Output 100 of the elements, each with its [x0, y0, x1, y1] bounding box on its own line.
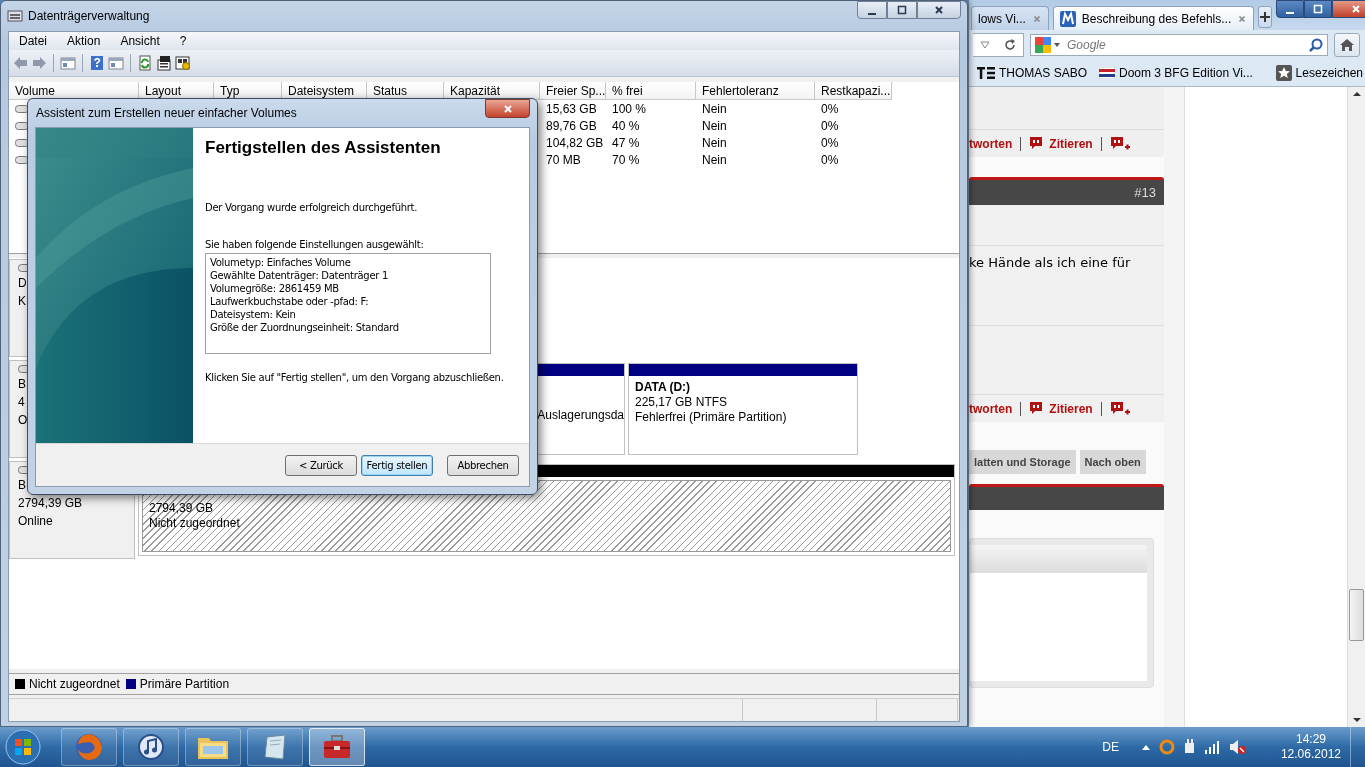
close-button[interactable]: [485, 99, 530, 118]
reply-link[interactable]: tworten: [969, 401, 1013, 416]
quote-link[interactable]: Zitieren: [1049, 401, 1093, 416]
disk-label: 2794,39 GB: [18, 496, 84, 510]
globe-icon: [74, 732, 104, 762]
post-number[interactable]: #13: [1134, 185, 1156, 200]
dialog-title: Assistent zum Erstellen neuer einfacher Volumes: [35, 106, 297, 120]
refresh-icon[interactable]: [137, 55, 153, 71]
signal-icon[interactable]: [1204, 740, 1221, 754]
close-icon: [933, 4, 945, 16]
table-cell-text: 70 MB: [545, 151, 582, 168]
menu-item[interactable]: Datei: [9, 34, 57, 48]
reply-link[interactable]: tworten: [969, 136, 1013, 151]
settings-label: Sie haben folgende Einstellungen ausgewählt:: [205, 239, 425, 250]
ring-icon[interactable]: [1158, 739, 1175, 755]
dialog-button[interactable]: Abbrechen: [447, 454, 519, 476]
scrollbar[interactable]: [1347, 87, 1365, 727]
language-indicator[interactable]: DE: [1102, 740, 1119, 754]
column-header[interactable]: Volume: [9, 82, 139, 100]
windows-logo-icon: [5, 729, 41, 765]
dialog-button[interactable]: < Zurück: [285, 454, 357, 476]
properties-icon[interactable]: [156, 55, 172, 71]
taskbar-button[interactable]: [123, 728, 179, 766]
table-cell-text: 47 %: [611, 134, 641, 151]
window-title: Datenträgerverwaltung: [28, 9, 150, 23]
table-cell-text: 100 %: [611, 100, 648, 117]
column-header[interactable]: Restkapazi...: [815, 82, 892, 100]
column-header[interactable]: Kapazität: [444, 82, 540, 100]
maximize-button[interactable]: [887, 1, 917, 19]
taskbar-button[interactable]: [309, 728, 365, 766]
column-header[interactable]: % frei: [606, 82, 696, 100]
pane-icon[interactable]: [108, 55, 124, 71]
reload-icon[interactable]: [1004, 39, 1016, 51]
table-cell-text: 104,82 GB: [545, 134, 605, 151]
menu-item[interactable]: Ansicht: [110, 34, 170, 48]
table-cell-text: Nein: [701, 134, 728, 151]
favicon-icon: [1059, 10, 1076, 27]
partition-info: 2794,39 GB: [149, 501, 215, 516]
taskbar-button[interactable]: [247, 728, 303, 766]
table-cell-text: Nein: [701, 151, 728, 168]
reply-field[interactable]: [970, 573, 1147, 681]
partition-info: Fehlerfrei (Primäre Partition): [635, 410, 788, 425]
pane-icon[interactable]: [60, 55, 76, 71]
taskbar-button[interactable]: [61, 728, 117, 766]
dialog-button[interactable]: Fertig stellen: [361, 454, 433, 476]
tab-title: lows Vi...: [978, 11, 1026, 26]
bookmarks-menu[interactable]: Lesezeichen: [1295, 66, 1363, 80]
browser-tab[interactable]: lows Vi...: [971, 6, 1049, 30]
plug-icon[interactable]: [1182, 739, 1197, 755]
scroll-thumb[interactable]: [1349, 589, 1364, 641]
minimize-button[interactable]: [1276, 0, 1305, 18]
close-button[interactable]: [917, 1, 961, 19]
partition-info: 225,17 GB NTFS: [635, 395, 729, 410]
restore-button[interactable]: [1304, 0, 1333, 18]
caret-icon[interactable]: [1140, 743, 1151, 751]
quote-icon[interactable]: [1029, 401, 1045, 416]
minimize-button[interactable]: [857, 1, 887, 19]
quote-plus-icon[interactable]: [1109, 136, 1130, 151]
home-icon: [1339, 38, 1355, 52]
partition-info: Nicht zugeordnet: [149, 516, 241, 531]
scroll-down-icon[interactable]: [1352, 717, 1361, 723]
nav-button[interactable]: latten und Storage: [969, 450, 1076, 474]
logo-icon: [977, 67, 995, 79]
disk-label: Online: [18, 514, 54, 528]
tab-title: Beschreibung des Befehls...: [1081, 11, 1232, 26]
menu-item[interactable]: Aktion: [57, 34, 111, 48]
music-note-icon: [137, 733, 165, 761]
close-icon[interactable]: [1237, 13, 1248, 24]
help-icon[interactable]: [89, 55, 105, 71]
quote-link[interactable]: Zitieren: [1049, 136, 1093, 151]
column-header[interactable]: Fehlertoleranz: [696, 82, 815, 100]
maximize-icon: [896, 4, 908, 16]
plus-icon: [1259, 11, 1272, 23]
column-header[interactable]: Freier Sp...: [540, 82, 606, 100]
start-button[interactable]: [3, 728, 43, 766]
disk-settings-icon[interactable]: [175, 55, 191, 71]
scroll-up-icon[interactable]: [1352, 91, 1361, 97]
search-engine-icon[interactable]: [1035, 37, 1061, 53]
nav-button[interactable]: Nach oben: [1079, 450, 1146, 474]
taskbar-button[interactable]: [185, 728, 241, 766]
settings-list: Volumetyp: Einfaches Volume Gewählte Datenträger: Datenträger 1 Volumegröße: 2861459 MB Laufwerkbuchstabe oder -pfad: F: Dateisystem: Kein Größe der Zuordnungseinheit: Standard: [205, 253, 491, 354]
quote-plus-icon[interactable]: [1109, 401, 1130, 416]
star-icon[interactable]: [1275, 65, 1292, 81]
menu-item[interactable]: ?: [169, 34, 197, 48]
close-icon[interactable]: [1031, 13, 1042, 24]
home-button[interactable]: [1334, 33, 1360, 57]
bookmark-link[interactable]: Doom 3 BFG Edition Vi...: [1119, 66, 1253, 80]
speaker-icon[interactable]: [1228, 739, 1247, 755]
dropdown-icon[interactable]: [980, 41, 990, 49]
browser-tab[interactable]: Beschreibung des Befehls...: [1052, 6, 1255, 30]
disk-label: K: [18, 294, 27, 308]
bookmark-link[interactable]: THOMAS SABO: [999, 66, 1087, 80]
clock[interactable]: 14:29 12.06.2012: [1280, 732, 1341, 762]
search-box[interactable]: Google: [1030, 34, 1328, 56]
partition[interactable]: DATA (D:) 225,17 GB NTFS Fehlerfrei (Primäre Partition): [628, 363, 858, 455]
search-icon[interactable]: [1309, 38, 1323, 52]
quote-icon[interactable]: [1029, 136, 1045, 151]
new-tab-button[interactable]: [1258, 6, 1273, 28]
table-cell-text: 89,76 GB: [545, 117, 598, 134]
table-cell-text: 0%: [820, 151, 840, 168]
